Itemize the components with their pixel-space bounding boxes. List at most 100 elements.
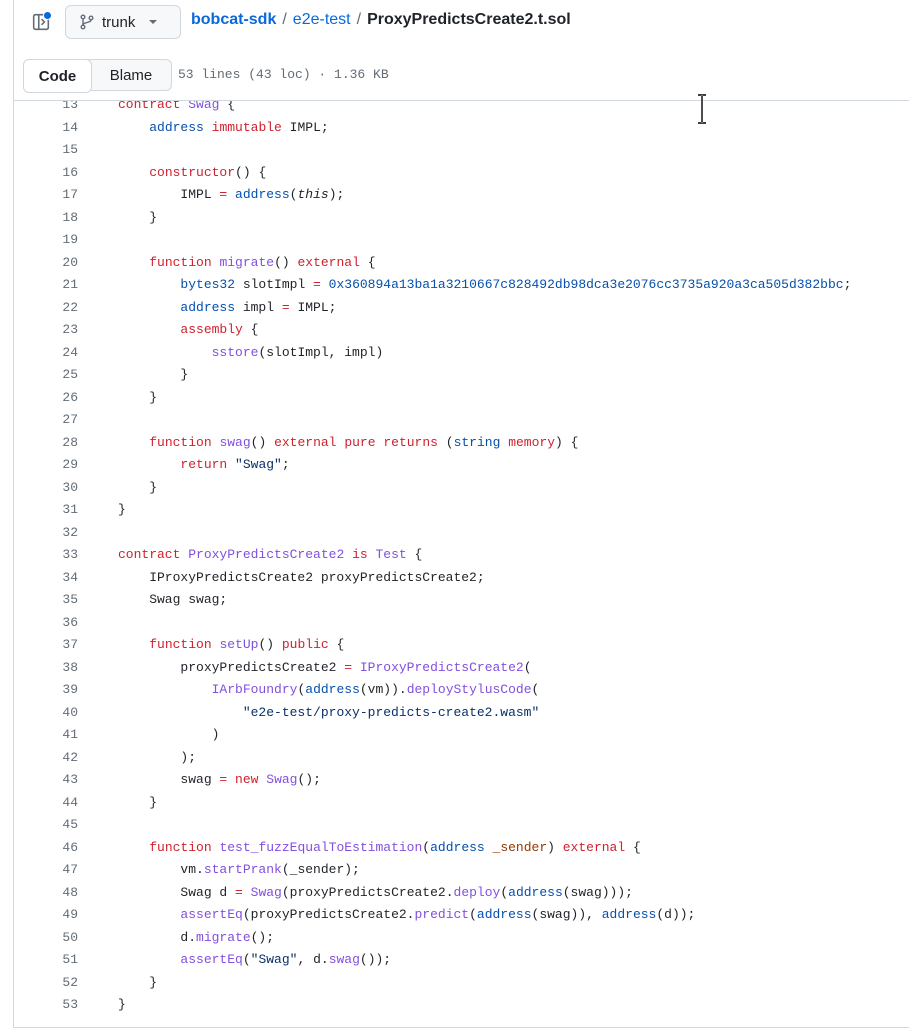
text-cursor-icon [696, 94, 708, 129]
line-number[interactable]: 29 [18, 454, 78, 477]
line-number[interactable]: 53 [18, 994, 78, 1017]
line-code: assertEq("Swag", d.swag()); [118, 949, 391, 972]
line-code: assembly { [118, 319, 258, 342]
code-token: ); [118, 749, 197, 765]
code-line: 51 assertEq("Swag", d.swag()); [14, 949, 909, 972]
code-token: { [328, 637, 345, 652]
code-token: } [118, 479, 158, 495]
line-number[interactable]: 15 [18, 139, 78, 162]
line-number[interactable]: 19 [18, 229, 78, 252]
code-token: (swag)), [531, 907, 602, 922]
code-token: ; [281, 457, 290, 472]
line-number[interactable]: 22 [18, 297, 78, 320]
line-number[interactable]: 44 [18, 792, 78, 815]
code-token: ( [242, 952, 251, 967]
file-toolbar: Code Blame 53 lines (43 loc) · 1.36 KB [14, 52, 909, 101]
line-code: } [118, 364, 188, 387]
line-code: function test_fuzzEqualToEstimation(addr… [118, 837, 641, 860]
line-number[interactable]: 31 [18, 499, 78, 522]
line-number[interactable]: 50 [18, 927, 78, 950]
line-number[interactable]: 48 [18, 882, 78, 905]
line-number[interactable]: 34 [18, 567, 78, 590]
code-token: ()); [359, 952, 392, 967]
line-number[interactable]: 51 [18, 949, 78, 972]
code-line: 36 [14, 612, 909, 635]
code-token: assembly [180, 322, 243, 337]
code-token: function [149, 839, 212, 855]
code-token: Test [375, 547, 407, 562]
line-number[interactable]: 45 [18, 814, 78, 837]
line-code: constructor() { [118, 162, 266, 185]
git-branch-icon [80, 14, 94, 30]
line-number[interactable]: 38 [18, 657, 78, 680]
line-number[interactable]: 17 [18, 184, 78, 207]
line-number[interactable]: 43 [18, 769, 78, 792]
line-number[interactable]: 14 [18, 117, 78, 140]
line-number[interactable]: 46 [18, 837, 78, 860]
line-number[interactable]: 28 [18, 432, 78, 455]
code-token: ; [843, 277, 852, 292]
line-number[interactable]: 32 [18, 522, 78, 545]
line-number[interactable]: 23 [18, 319, 78, 342]
code-token: address [180, 299, 236, 315]
code-token: (d)); [656, 907, 696, 922]
branch-selector[interactable]: trunk [65, 5, 181, 39]
breadcrumb-repo-link[interactable]: bobcat-sdk [191, 11, 276, 29]
line-number[interactable]: 26 [18, 387, 78, 410]
code-token: { [625, 839, 641, 855]
code-token: deploy [453, 884, 501, 900]
code-view[interactable]: 13 contract Swag {14 address immutable IM… [14, 101, 909, 1027]
line-number[interactable]: 42 [18, 747, 78, 770]
code-line: 29 return "Swag"; [14, 454, 909, 477]
breadcrumb-separator: / [282, 11, 287, 28]
code-line: 23 assembly { [14, 319, 909, 342]
line-code: Swag d = Swag(proxyPredictsCreate2.deplo… [118, 882, 633, 905]
line-number[interactable]: 37 [18, 634, 78, 657]
line-number[interactable]: 13 [18, 101, 78, 117]
code-line: 40 "e2e-test/proxy-predicts-create2.wasm… [14, 702, 909, 725]
code-token: returns [383, 434, 438, 450]
line-number[interactable]: 49 [18, 904, 78, 927]
line-number[interactable]: 47 [18, 859, 78, 882]
file-header: trunk bobcat-sdk / e2e-test / ProxyPredi… [14, 0, 909, 44]
code-line: 34 IProxyPredictsCreate2 proxyPredictsCr… [14, 567, 909, 590]
line-number[interactable]: 33 [18, 544, 78, 567]
code-token: } [118, 997, 126, 1012]
code-token: constructor [149, 164, 236, 180]
code-token: = [313, 277, 321, 292]
line-code: swag = new Swag(); [118, 769, 320, 792]
code-token: ( [437, 434, 454, 450]
code-token: memory [508, 434, 555, 450]
code-line: 19 [14, 229, 909, 252]
tab-blame[interactable]: Blame [91, 60, 171, 90]
line-code: return "Swag"; [118, 454, 290, 477]
toggle-file-tree-button[interactable] [28, 9, 54, 35]
line-number[interactable]: 27 [18, 409, 78, 432]
breadcrumb-folder-link[interactable]: e2e-test [293, 11, 351, 29]
code-token: pure [344, 434, 376, 450]
line-number[interactable]: 21 [18, 274, 78, 297]
line-number[interactable]: 39 [18, 679, 78, 702]
code-line: 32 [14, 522, 909, 545]
line-number[interactable]: 36 [18, 612, 78, 635]
line-number[interactable]: 24 [18, 342, 78, 365]
code-line: 25 } [14, 364, 909, 387]
code-line: 21 bytes32 slotImpl = 0x360894a13ba1a321… [14, 274, 909, 297]
line-number[interactable]: 35 [18, 589, 78, 612]
line-number[interactable]: 20 [18, 252, 78, 275]
code-token: return [180, 457, 228, 472]
line-number[interactable]: 40 [18, 702, 78, 725]
line-number[interactable]: 25 [18, 364, 78, 387]
line-number[interactable]: 30 [18, 477, 78, 500]
line-number[interactable]: 52 [18, 972, 78, 995]
code-token: } [118, 367, 189, 382]
line-number[interactable]: 16 [18, 162, 78, 185]
tab-code[interactable]: Code [23, 59, 92, 93]
code-token: = [281, 299, 290, 315]
line-number[interactable]: 41 [18, 724, 78, 747]
line-number[interactable]: 18 [18, 207, 78, 230]
code-token: } [118, 389, 158, 405]
